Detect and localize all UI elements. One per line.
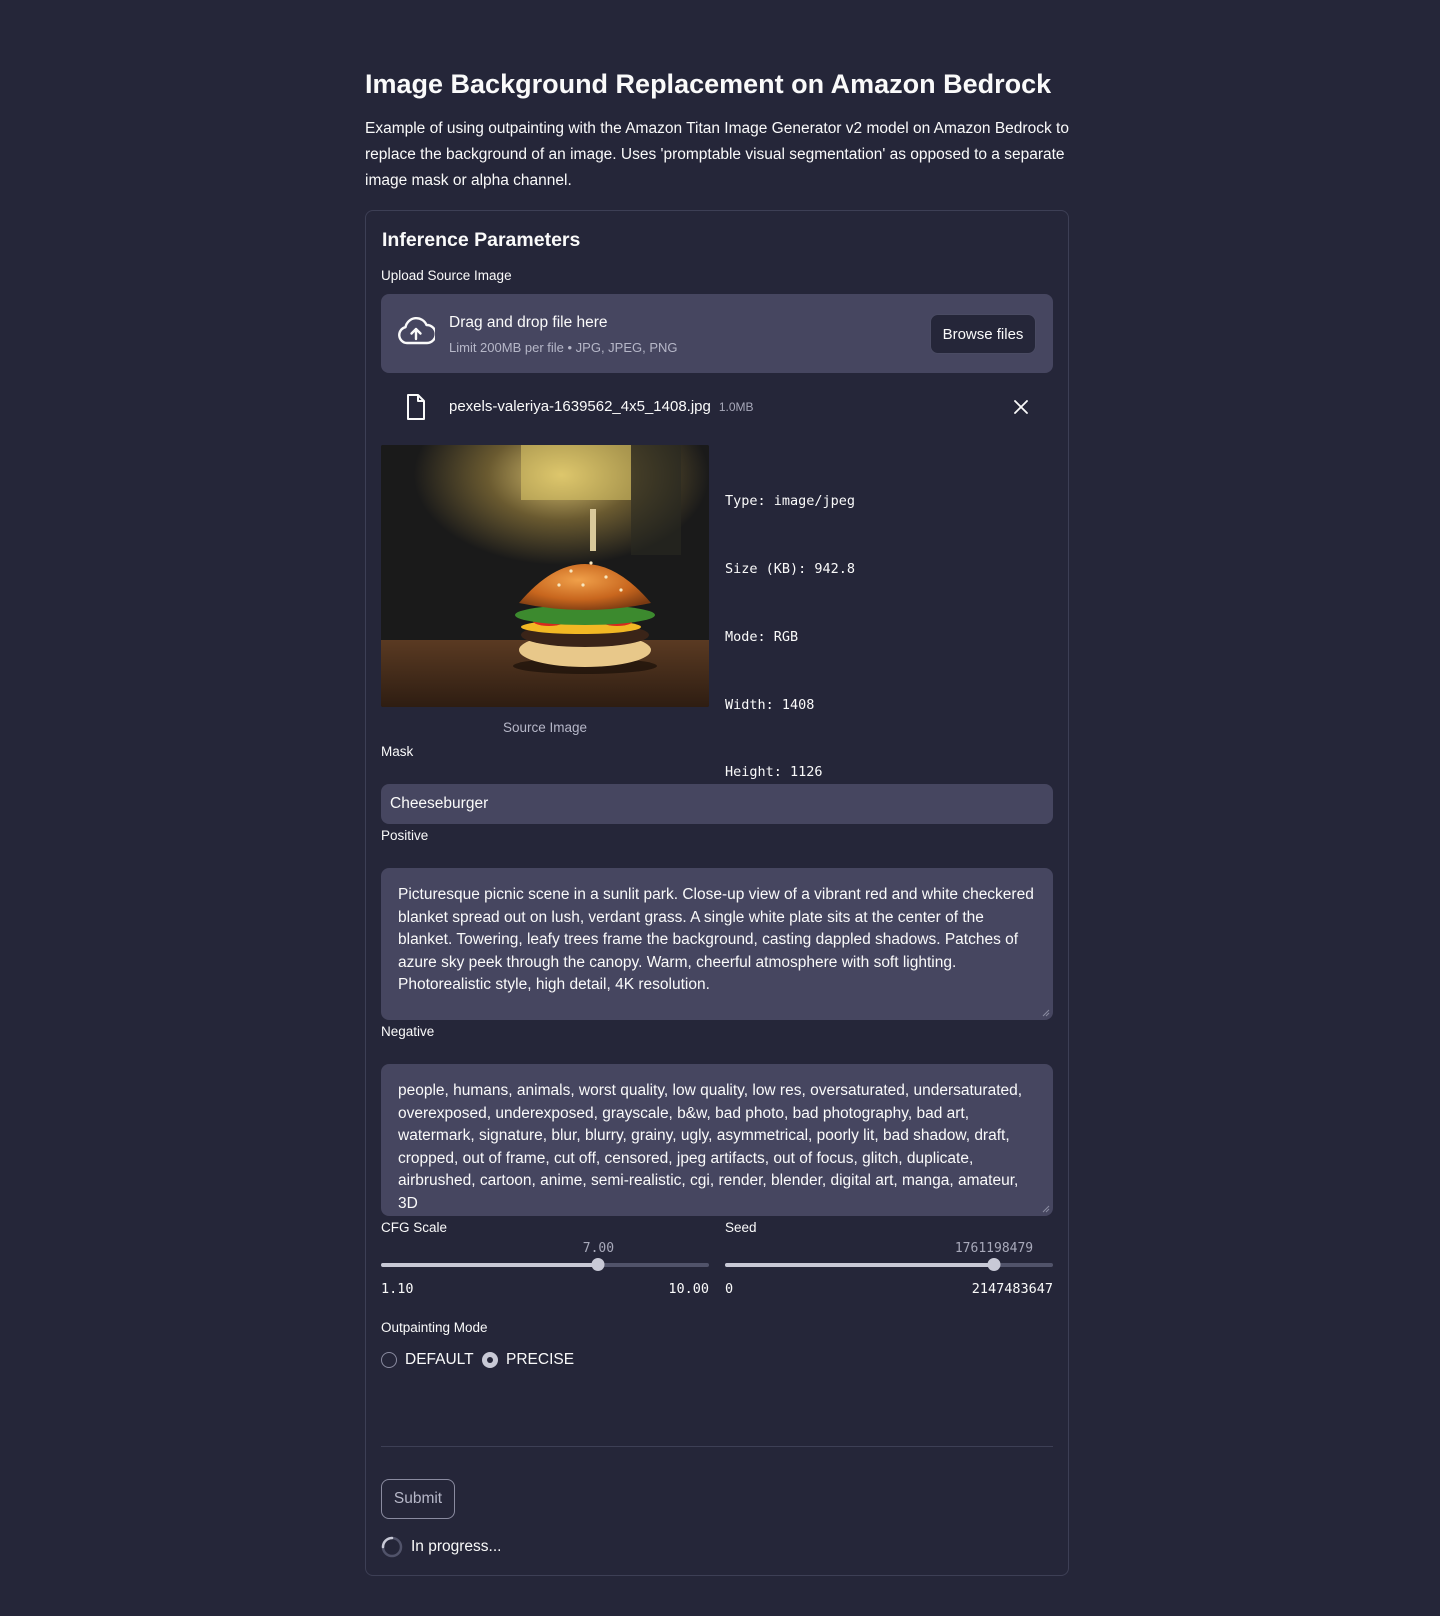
mask-label: Mask [381, 744, 414, 759]
dropzone-subtitle: Limit 200MB per file • JPG, JPEG, PNG [449, 340, 678, 355]
source-image [381, 445, 709, 707]
cfg-scale-slider[interactable]: CFG Scale 7.00 1.10 10.00 [381, 1219, 709, 1299]
seed-thumb[interactable] [987, 1258, 1001, 1271]
file-name: pexels-valeriya-1639562_4x5_1408.jpg 1.0M… [449, 397, 754, 417]
dropzone-title: Drag and drop file here [449, 314, 608, 331]
file-dropzone[interactable]: Drag and drop file here Limit 200MB per … [381, 294, 1053, 373]
section-title: Inference Parameters [382, 229, 581, 251]
seed-track[interactable] [725, 1263, 1053, 1267]
negative-prompt-textarea[interactable]: people, humans, animals, worst quality, … [381, 1064, 1053, 1216]
page-title: Image Background Replacement on Amazon B… [365, 69, 1052, 99]
seed-fill [725, 1263, 994, 1267]
cfg-scale-min: 1.10 [381, 1281, 414, 1297]
submit-button[interactable]: Submit [381, 1479, 455, 1519]
page-description: Example of using outpainting with the Am… [365, 120, 1069, 189]
cloud-upload-icon [398, 316, 435, 345]
file-size: 1.0MB [718, 400, 754, 414]
cfg-scale-max: 10.00 [668, 1281, 709, 1297]
seed-max: 2147483647 [971, 1281, 1053, 1297]
cfg-scale-thumb[interactable] [591, 1258, 605, 1271]
close-icon[interactable] [1011, 397, 1031, 417]
radio-default[interactable]: DEFAULT [381, 1351, 474, 1369]
file-icon [407, 394, 425, 420]
outpainting-mode-label: Outpainting Mode [381, 1320, 488, 1335]
cfg-scale-label: CFG Scale [381, 1220, 448, 1235]
uploaded-file-row: pexels-valeriya-1639562_4x5_1408.jpg 1.0M… [381, 387, 1053, 427]
positive-label: Positive [381, 828, 429, 843]
spinner-icon [381, 1536, 403, 1558]
meta-type: Type: image/jpeg [725, 493, 856, 510]
meta-height: Height: 1126 [725, 764, 823, 781]
upload-label: Upload Source Image [381, 268, 512, 283]
image-metadata: Type: image/jpeg Size (KB): 942.8 Mode: … [725, 445, 855, 829]
resize-grip-icon[interactable] [1042, 1205, 1050, 1213]
browse-files-button[interactable]: Browse files [930, 314, 1036, 354]
inference-form: Inference Parameters Upload Source Image… [365, 210, 1069, 1576]
negative-prompt-text: people, humans, animals, worst quality, … [398, 1082, 1023, 1212]
divider [381, 1446, 1053, 1447]
resize-grip-icon[interactable] [1042, 1009, 1050, 1017]
seed-slider[interactable]: Seed 1761198479 0 2147483647 [725, 1219, 1053, 1299]
mask-input[interactable] [381, 784, 1053, 824]
radio-precise[interactable]: PRECISE [482, 1351, 574, 1369]
seed-min: 0 [725, 1281, 734, 1297]
cfg-scale-fill [381, 1263, 599, 1267]
image-caption: Source Image [502, 720, 588, 735]
radio-default-label: DEFAULT [405, 1351, 474, 1368]
cfg-scale-value: 7.00 [582, 1241, 615, 1256]
positive-prompt-text: Picturesque picnic scene in a sunlit par… [398, 886, 1034, 994]
cfg-scale-track[interactable] [381, 1263, 709, 1267]
negative-label: Negative [381, 1024, 435, 1039]
file-name-text: pexels-valeriya-1639562_4x5_1408.jpg [449, 398, 711, 415]
radio-precise-label: PRECISE [506, 1351, 575, 1368]
meta-mode: Mode: RGB [725, 628, 799, 645]
radio-precise-circle[interactable] [482, 1352, 498, 1368]
burger-photo [381, 445, 709, 707]
positive-prompt-textarea[interactable]: Picturesque picnic scene in a sunlit par… [381, 868, 1053, 1020]
radio-default-circle[interactable] [381, 1352, 397, 1368]
meta-size: Size (KB): 942.8 [725, 560, 856, 577]
seed-value: 1761198479 [954, 1241, 1034, 1256]
meta-width: Width: 1408 [725, 696, 815, 713]
seed-label: Seed [725, 1220, 757, 1235]
progress-status: In progress... [411, 1538, 502, 1555]
